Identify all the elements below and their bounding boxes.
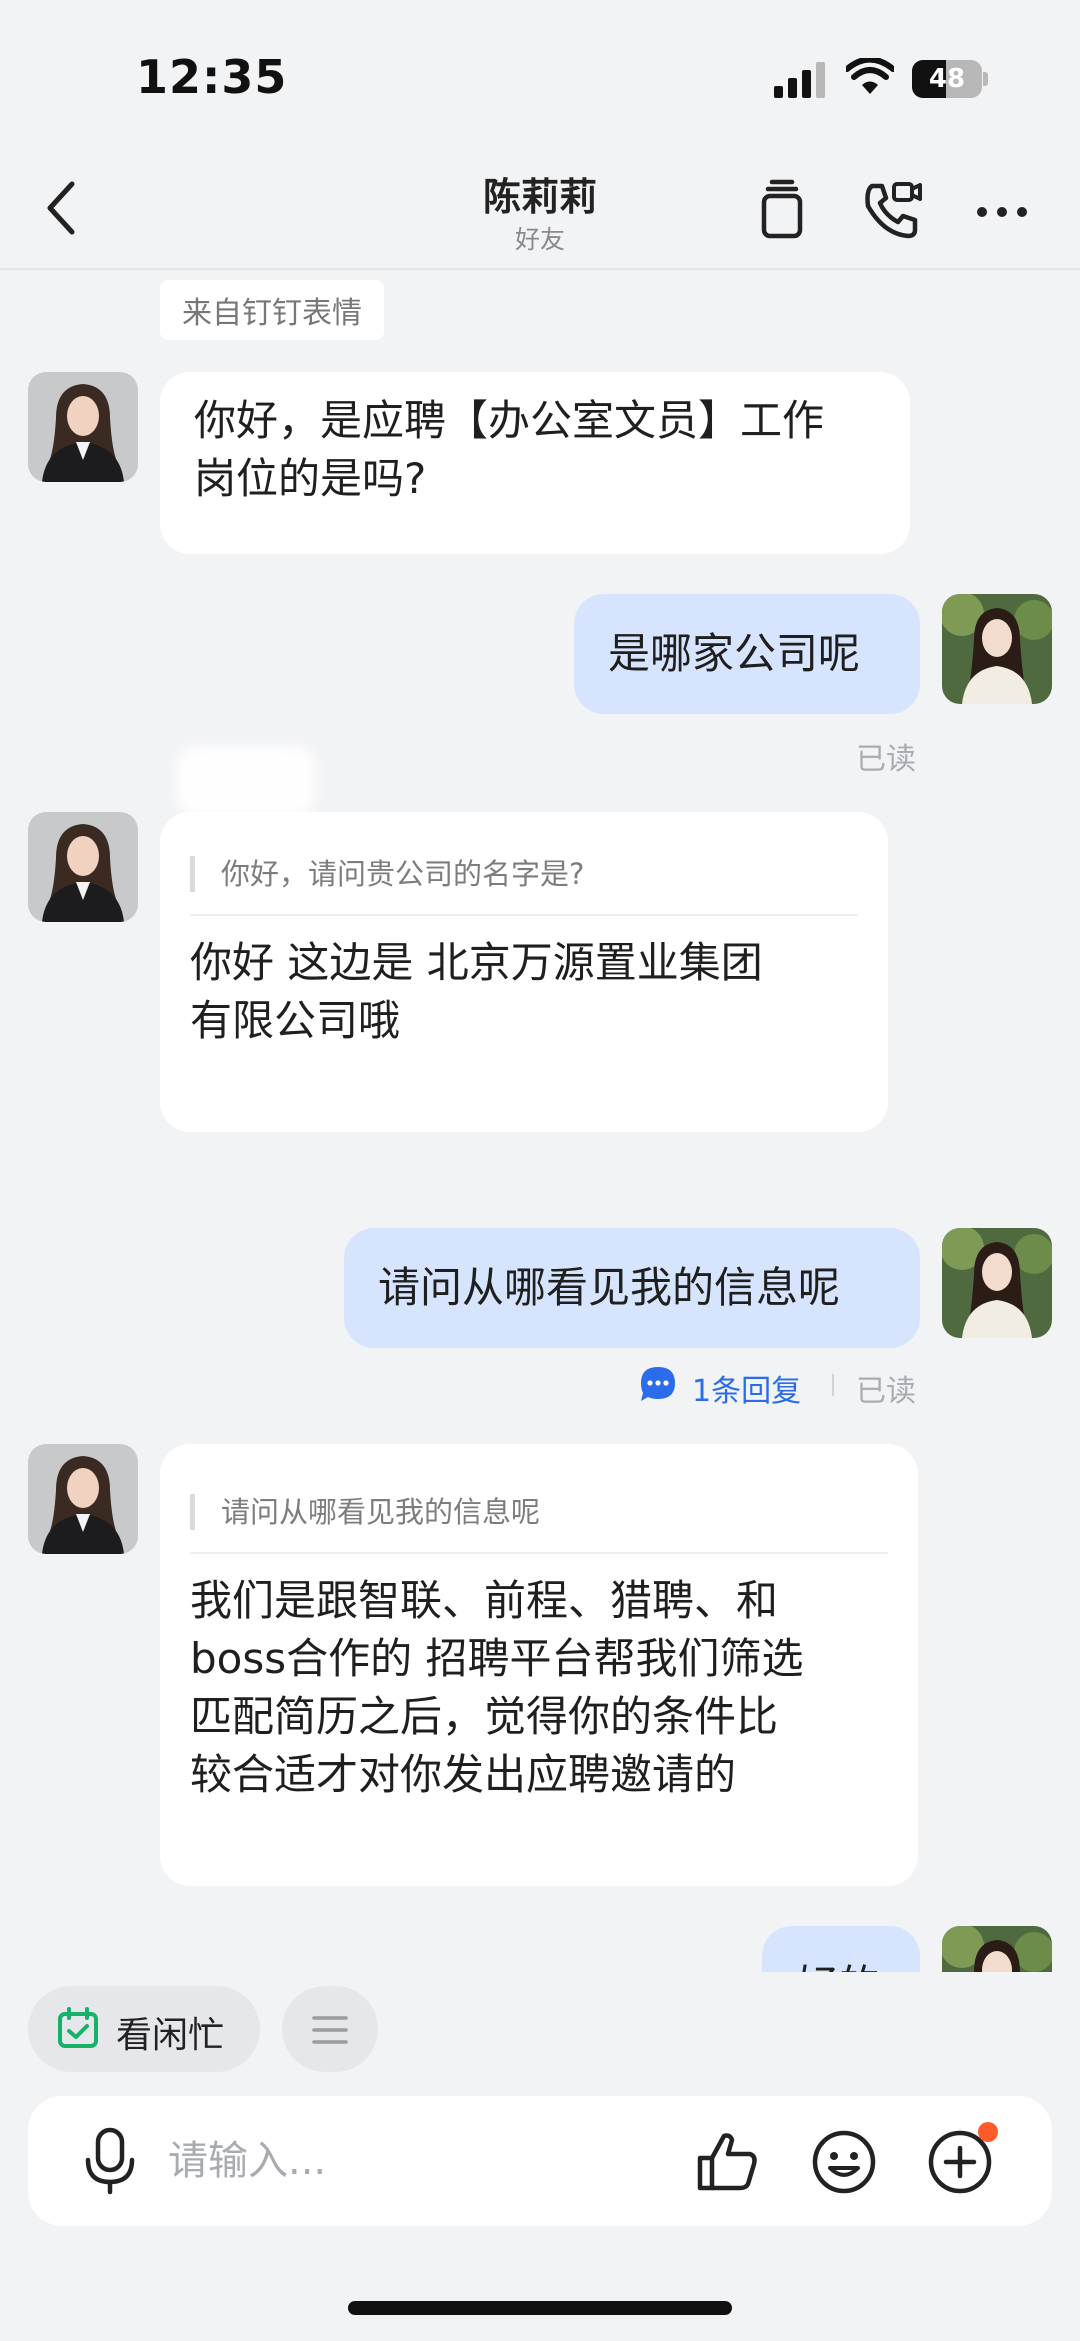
message-text: 是哪家公司呢 [608, 629, 861, 678]
message-bubble[interactable]: 是哪家公司呢 [574, 594, 920, 714]
quote-divider [190, 914, 858, 916]
read-status: 已读 [856, 1374, 916, 1409]
message-input[interactable] [168, 2126, 688, 2196]
more-icon[interactable] [968, 176, 1036, 244]
message-bubble[interactable]: 好的 [762, 1926, 920, 1972]
battery-icon: 48 [912, 60, 988, 98]
message-bubble[interactable]: 你好，是应聘【办公室文员】工作 岗位的是吗? [160, 372, 910, 554]
contact-avatar[interactable] [28, 812, 138, 922]
message-text-line: 有限公司哦 [190, 996, 401, 1045]
message-text-line: boss合作的 招聘平台帮我们筛选 [190, 1634, 804, 1683]
message-composer [28, 2096, 1052, 2226]
message-text-line: 匹配简历之后，觉得你的条件比 [190, 1692, 779, 1741]
voice-video-call-icon[interactable] [858, 176, 926, 244]
stacked-cards-icon[interactable] [748, 176, 816, 244]
microphone-icon[interactable] [80, 2126, 140, 2196]
chat-header: 陈莉莉 好友 [0, 150, 1080, 270]
contact-avatar[interactable] [28, 372, 138, 482]
message-text: 请问从哪看见我的信息呢 [378, 1263, 841, 1312]
message-text-line: 岗位的是吗? [194, 454, 427, 503]
reply-count-link[interactable]: 1条回复 [692, 1366, 801, 1410]
my-avatar[interactable] [942, 1228, 1052, 1338]
calendar-check-icon [58, 2007, 98, 2048]
quoted-message[interactable]: 请问从哪看见我的信息呢 [190, 1494, 888, 1530]
message-text-line: 较合适才对你发出应聘邀请的 [190, 1750, 737, 1799]
add-more-button[interactable] [924, 2122, 998, 2198]
battery-level: 48 [928, 64, 966, 94]
read-status: 已读 [856, 742, 916, 777]
message-bubble[interactable]: 请问从哪看见我的信息呢 [344, 1228, 920, 1348]
sticker-source-tag[interactable]: 来自钉钉表情 [160, 280, 384, 340]
message-text-line: 你好，是应聘【办公室文员】工作 [194, 396, 825, 445]
message-text: 好的 [796, 1957, 920, 1972]
quoted-message[interactable]: 你好，请问贵公司的名字是? [190, 856, 858, 892]
home-indicator [348, 2301, 732, 2315]
contact-relation: 好友 [514, 225, 565, 254]
status-bar: 12:35 48 [0, 0, 1080, 150]
message-list[interactable]: 来自钉钉表情 你好，是应聘【办公室文员】工作 岗位的是吗? 是哪家公司呢 已读 [0, 272, 1080, 1972]
contact-name[interactable]: 陈莉莉 [340, 166, 740, 221]
status-time: 12:35 [136, 50, 288, 104]
notification-dot [978, 2122, 998, 2142]
free-busy-label: 看闲忙 [116, 2015, 225, 2056]
menu-lines-icon [312, 2016, 348, 2044]
wifi-icon [846, 58, 894, 94]
cellular-signal-icon [774, 62, 826, 98]
quick-menu-button[interactable] [282, 1986, 378, 2072]
thumbs-up-icon[interactable] [692, 2126, 764, 2198]
contact-avatar[interactable] [28, 1444, 138, 1554]
reply-thread-icon[interactable] [638, 1364, 678, 1404]
message-bubble[interactable]: 你好，请问贵公司的名字是? 你好 这边是 北京万源置业集团 有限公司哦 [160, 812, 888, 1132]
message-text-line: 我们是跟智联、前程、猎聘、和 [190, 1576, 779, 1625]
message-text-line: 你好 这边是 北京万源置业集团 [190, 938, 763, 987]
emoji-icon[interactable] [808, 2126, 880, 2198]
message-bubble[interactable]: 请问从哪看见我的信息呢 我们是跟智联、前程、猎聘、和 boss合作的 招聘平台帮… [160, 1444, 918, 1886]
free-busy-button[interactable]: 看闲忙 [28, 1986, 260, 2072]
my-avatar[interactable] [942, 1926, 1052, 1972]
my-avatar[interactable] [942, 594, 1052, 704]
quote-divider [190, 1552, 888, 1554]
back-icon[interactable] [38, 176, 88, 240]
